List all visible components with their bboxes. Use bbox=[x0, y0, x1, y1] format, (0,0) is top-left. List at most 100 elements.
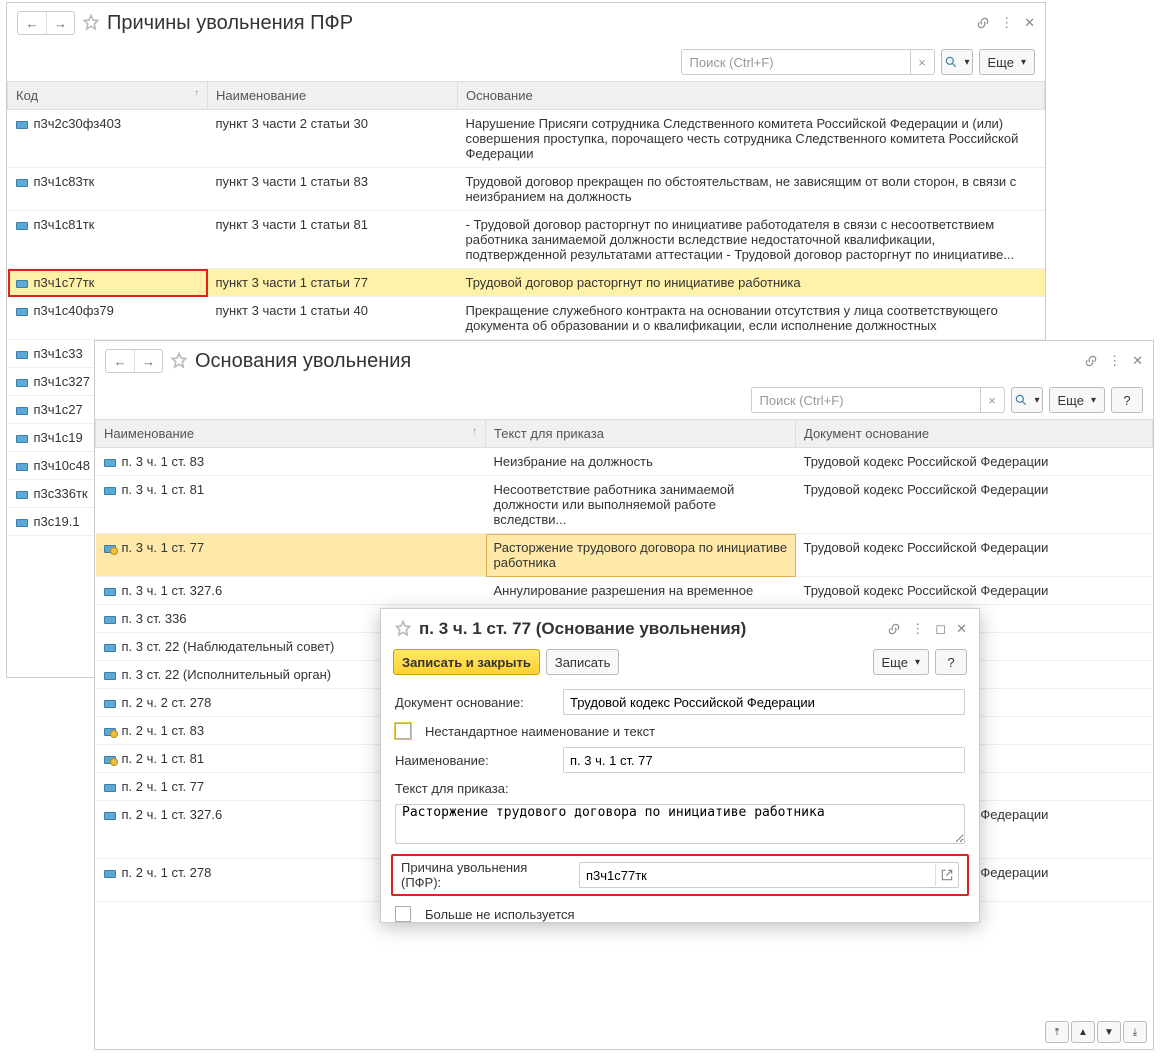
ref-item-icon bbox=[16, 463, 28, 471]
nav-buttons: ← → bbox=[105, 349, 163, 373]
favorite-star-icon[interactable] bbox=[81, 13, 101, 33]
col-name[interactable]: Наименование bbox=[208, 82, 458, 110]
ref-item-icon bbox=[104, 812, 116, 820]
open-ref-button[interactable] bbox=[935, 864, 957, 886]
pfr-label: Причина увольнения (ПФР): bbox=[401, 860, 571, 890]
ref-item-icon bbox=[104, 644, 116, 652]
table-row[interactable]: п3ч1с77ткпункт 3 части 1 статьи 77Трудов… bbox=[8, 269, 1045, 297]
scroll-bottom-button[interactable]: ⤓ bbox=[1123, 1021, 1147, 1043]
more-button[interactable]: Еще bbox=[979, 49, 1035, 75]
more-label: Еще bbox=[1058, 393, 1084, 408]
save-button[interactable]: Записать bbox=[546, 649, 620, 675]
close-icon[interactable]: ✕ bbox=[956, 621, 967, 637]
back-button[interactable]: ← bbox=[106, 350, 134, 372]
kebab-menu-icon[interactable]: ⋮ bbox=[1108, 353, 1122, 369]
kebab-menu-icon[interactable]: ⋮ bbox=[1000, 15, 1014, 31]
window-title: Причины увольнения ПФР bbox=[107, 12, 970, 35]
scroll-down-button[interactable]: ▼ bbox=[1097, 1021, 1121, 1043]
ref-item-icon bbox=[16, 351, 28, 359]
ref-item-icon bbox=[104, 728, 116, 736]
favorite-star-icon[interactable] bbox=[169, 351, 189, 371]
favorite-star-icon[interactable] bbox=[393, 619, 413, 639]
link-icon[interactable] bbox=[887, 622, 901, 636]
toolbar: × Еще ? bbox=[95, 381, 1153, 419]
toolbar: × Еще bbox=[7, 43, 1045, 81]
search-dropdown-button[interactable] bbox=[1011, 387, 1043, 413]
search-input[interactable] bbox=[681, 49, 911, 75]
nonstd-checkbox[interactable] bbox=[395, 723, 411, 739]
more-button[interactable]: Еще bbox=[873, 649, 929, 675]
forward-button[interactable]: → bbox=[46, 12, 74, 34]
search-input[interactable] bbox=[751, 387, 981, 413]
ref-item-icon bbox=[16, 179, 28, 187]
table-row[interactable]: п. 3 ч. 1 ст. 81Несоответствие работника… bbox=[96, 476, 1153, 534]
ref-item-icon bbox=[16, 308, 28, 316]
ref-item-icon bbox=[104, 700, 116, 708]
ref-item-icon bbox=[104, 672, 116, 680]
table-row[interactable]: п3ч1с83ткпункт 3 части 1 статьи 83Трудов… bbox=[8, 168, 1045, 211]
table-row[interactable]: п3ч1с40фз79пункт 3 части 1 статьи 40Прек… bbox=[8, 297, 1045, 340]
ref-item-icon bbox=[16, 379, 28, 387]
ref-item-icon bbox=[16, 519, 28, 527]
link-icon[interactable] bbox=[1084, 354, 1098, 368]
table-row[interactable]: п. 3 ч. 1 ст. 327.6Аннулирование разреше… bbox=[96, 577, 1153, 605]
pfr-highlight-box: Причина увольнения (ПФР): bbox=[391, 854, 969, 896]
kebab-menu-icon[interactable]: ⋮ bbox=[911, 621, 925, 637]
sort-up-icon: ↑ bbox=[472, 426, 477, 437]
ref-item-icon bbox=[104, 616, 116, 624]
unused-checkbox[interactable] bbox=[395, 906, 411, 922]
table-row[interactable]: п3ч1с81ткпункт 3 части 1 статьи 81- Труд… bbox=[8, 211, 1045, 269]
text-label: Текст для приказа: bbox=[395, 781, 555, 796]
name-input[interactable] bbox=[563, 747, 965, 773]
search-clear-button[interactable]: × bbox=[911, 49, 935, 75]
search-dropdown-button[interactable] bbox=[941, 49, 973, 75]
unused-label: Больше не используется bbox=[425, 907, 575, 922]
forward-button[interactable]: → bbox=[134, 350, 162, 372]
link-icon[interactable] bbox=[976, 16, 990, 30]
table-row[interactable]: п. 3 ч. 1 ст. 77Расторжение трудового до… bbox=[96, 534, 1153, 577]
titlebar: ← → Основания увольнения ⋮ ✕ bbox=[95, 341, 1153, 381]
nav-buttons: ← → bbox=[17, 11, 75, 35]
more-label: Еще bbox=[882, 655, 908, 670]
name-label: Наименование: bbox=[395, 753, 555, 768]
sort-up-icon: ↑ bbox=[194, 88, 199, 99]
ref-item-icon bbox=[104, 545, 116, 553]
magnifier-icon bbox=[944, 55, 958, 69]
ref-item-icon bbox=[16, 121, 28, 129]
magnifier-icon bbox=[1014, 393, 1028, 407]
scroll-up-button[interactable]: ▲ bbox=[1071, 1021, 1095, 1043]
form-toolbar: Записать и закрыть Записать Еще ? bbox=[381, 645, 979, 685]
scroll-buttons: ⤒ ▲ ▼ ⤓ bbox=[1045, 1021, 1147, 1043]
back-button[interactable]: ← bbox=[18, 12, 46, 34]
col-doc[interactable]: Документ основание bbox=[796, 420, 1153, 448]
col-code[interactable]: Код↑ bbox=[8, 82, 208, 110]
col-text[interactable]: Текст для приказа bbox=[486, 420, 796, 448]
ref-item-icon bbox=[104, 756, 116, 764]
ref-item-icon bbox=[16, 435, 28, 443]
window-title: Основания увольнения bbox=[195, 350, 1078, 373]
ref-item-icon bbox=[16, 280, 28, 288]
close-icon[interactable]: ✕ bbox=[1024, 15, 1035, 31]
maximize-icon[interactable]: ◻ bbox=[935, 621, 946, 637]
help-button[interactable]: ? bbox=[1111, 387, 1143, 413]
table-row[interactable]: п3ч2с30фз403пункт 3 части 2 статьи 30Нар… bbox=[8, 110, 1045, 168]
col-name[interactable]: Наименование↑ bbox=[96, 420, 486, 448]
ref-item-icon bbox=[16, 407, 28, 415]
ref-item-icon bbox=[104, 588, 116, 596]
save-and-close-button[interactable]: Записать и закрыть bbox=[393, 649, 540, 675]
ref-item-icon bbox=[16, 491, 28, 499]
col-basis[interactable]: Основание bbox=[458, 82, 1045, 110]
help-button[interactable]: ? bbox=[935, 649, 967, 675]
close-icon[interactable]: ✕ bbox=[1132, 353, 1143, 369]
pfr-input[interactable] bbox=[579, 862, 959, 888]
ref-item-icon bbox=[104, 784, 116, 792]
text-input[interactable] bbox=[395, 804, 965, 844]
titlebar: ← → Причины увольнения ПФР ⋮ ✕ bbox=[7, 3, 1045, 43]
ref-item-icon bbox=[104, 487, 116, 495]
scroll-top-button[interactable]: ⤒ bbox=[1045, 1021, 1069, 1043]
search-clear-button[interactable]: × bbox=[981, 387, 1005, 413]
doc-input[interactable] bbox=[563, 689, 965, 715]
window-ground-item-form: п. 3 ч. 1 ст. 77 (Основание увольнения) … bbox=[380, 608, 980, 923]
more-button[interactable]: Еще bbox=[1049, 387, 1105, 413]
table-row[interactable]: п. 3 ч. 1 ст. 83Неизбрание на должностьТ… bbox=[96, 448, 1153, 476]
